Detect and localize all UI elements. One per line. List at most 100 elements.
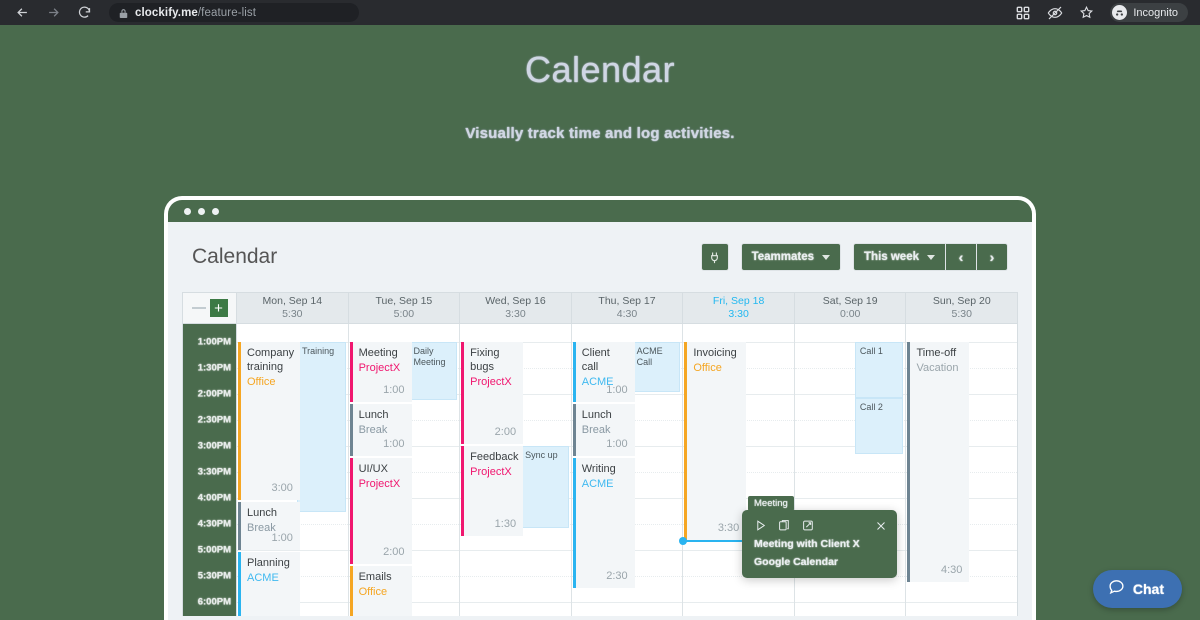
time-label: 1:00PM bbox=[198, 337, 231, 348]
day-header-date: Tue, Sep 15 bbox=[349, 295, 460, 308]
extensions-grid-icon[interactable] bbox=[1014, 4, 1031, 21]
grid-line bbox=[572, 602, 683, 603]
time-entry-duration: 1:00 bbox=[606, 438, 627, 452]
time-entry-title: Company training bbox=[247, 347, 294, 375]
window-close-dot[interactable] bbox=[184, 208, 191, 215]
time-entry-project: ProjectX bbox=[359, 362, 406, 376]
time-entry[interactable]: Fixing bugsProjectX2:00 bbox=[461, 342, 523, 444]
time-entry[interactable]: UI/UXProjectX2:00 bbox=[350, 458, 412, 564]
edit-icon[interactable] bbox=[802, 519, 815, 532]
day-column-1[interactable]: Daily MeetingMeetingProjectX1:00LunchBre… bbox=[349, 324, 461, 616]
eye-off-icon[interactable] bbox=[1046, 4, 1063, 21]
teammates-dropdown[interactable]: Teammates bbox=[741, 243, 841, 271]
day-column-0[interactable]: TrainingCompany trainingOffice3:00LunchB… bbox=[237, 324, 349, 616]
browser-toolbar-right: Incognito bbox=[1014, 3, 1192, 22]
forward-arrow-icon[interactable] bbox=[45, 4, 62, 21]
address-bar[interactable]: clockify.me/feature-list bbox=[109, 3, 359, 22]
calendar-event[interactable]: Call 2 bbox=[855, 398, 904, 454]
grid-line bbox=[795, 472, 906, 473]
time-entry[interactable]: InvoicingOffice3:30 bbox=[684, 342, 746, 540]
day-header-0[interactable]: Mon, Sep 145:30 bbox=[237, 293, 349, 323]
time-label: 6:00PM bbox=[198, 597, 231, 608]
time-entry[interactable]: LunchBreak1:00 bbox=[238, 502, 300, 550]
window-maximize-dot[interactable] bbox=[212, 208, 219, 215]
time-entry[interactable]: FeedbackProjectX1:30 bbox=[461, 446, 523, 536]
time-entry-project: Office bbox=[247, 376, 294, 390]
calendar-event[interactable]: Call 1 bbox=[855, 342, 904, 398]
page-subtitle: Visually track time and log activities. bbox=[0, 125, 1200, 142]
calendar-event[interactable]: Daily Meeting bbox=[409, 342, 458, 400]
lock-icon bbox=[119, 8, 127, 18]
time-entry[interactable]: LunchBreak1:00 bbox=[573, 404, 635, 456]
time-label: 1:30PM bbox=[198, 363, 231, 374]
page-title: Calendar bbox=[0, 49, 1200, 91]
day-header-total: 5:30 bbox=[906, 308, 1017, 321]
time-entry[interactable]: EmailsOffice1:00 bbox=[350, 566, 412, 616]
day-column-3[interactable]: ACME CallClient callACME1:00LunchBreak1:… bbox=[572, 324, 684, 616]
time-axis: 1:00PM1:30PM2:00PM2:30PM3:00PM3:30PM4:00… bbox=[183, 324, 237, 616]
time-entry-title: Planning bbox=[247, 557, 294, 571]
calendar-event[interactable]: ACME Call bbox=[632, 342, 681, 392]
reload-icon[interactable] bbox=[76, 4, 93, 21]
app-body: Calendar Teammates This week ‹ bbox=[168, 222, 1032, 620]
popup-title: Meeting with Client X bbox=[754, 538, 887, 550]
time-entry[interactable]: PlanningACME bbox=[238, 552, 300, 616]
app-header: Calendar Teammates This week ‹ bbox=[168, 222, 1032, 292]
calendar-event[interactable]: Training bbox=[297, 342, 346, 512]
day-header-total: 5:30 bbox=[237, 308, 348, 321]
day-header-3[interactable]: Thu, Sep 174:30 bbox=[572, 293, 684, 323]
app-toolbar: Teammates This week ‹ › bbox=[701, 243, 1008, 271]
time-entry-project: Vacation bbox=[916, 362, 963, 376]
day-header-date: Sun, Sep 20 bbox=[906, 295, 1017, 308]
day-header-date: Mon, Sep 14 bbox=[237, 295, 348, 308]
grid-line bbox=[906, 602, 1017, 603]
integrations-button[interactable] bbox=[701, 243, 729, 271]
chat-button[interactable]: Chat bbox=[1093, 570, 1182, 608]
next-week-button[interactable]: › bbox=[977, 243, 1008, 271]
prev-week-button[interactable]: ‹ bbox=[946, 243, 977, 271]
day-header-date: Fri, Sep 18 bbox=[683, 295, 794, 308]
day-header-5[interactable]: Sat, Sep 190:00 bbox=[795, 293, 907, 323]
time-entry[interactable]: Client callACME1:00 bbox=[573, 342, 635, 402]
duplicate-icon[interactable] bbox=[778, 519, 791, 532]
day-header-1[interactable]: Tue, Sep 155:00 bbox=[349, 293, 461, 323]
day-header-total: 4:30 bbox=[572, 308, 683, 321]
day-header-4[interactable]: Fri, Sep 183:30 bbox=[683, 293, 795, 323]
zoom-in-button[interactable]: + bbox=[210, 299, 228, 317]
time-entry[interactable]: MeetingProjectX1:00 bbox=[350, 342, 412, 402]
back-arrow-icon[interactable] bbox=[14, 4, 31, 21]
time-entry-title: Time-off bbox=[916, 347, 963, 361]
day-header-2[interactable]: Wed, Sep 163:30 bbox=[460, 293, 572, 323]
popup-action-icons bbox=[754, 519, 887, 532]
time-entry-title: Feedback bbox=[470, 451, 517, 465]
window-minimize-dot[interactable] bbox=[198, 208, 205, 215]
time-entry[interactable]: LunchBreak1:00 bbox=[350, 404, 412, 456]
incognito-indicator[interactable]: Incognito bbox=[1110, 3, 1188, 22]
close-icon[interactable] bbox=[875, 520, 887, 532]
time-entry[interactable]: WritingACME2:30 bbox=[573, 458, 635, 588]
chevron-down-icon bbox=[822, 255, 830, 260]
time-label: 2:30PM bbox=[198, 415, 231, 426]
browser-toolbar: clockify.me/feature-list Incognito bbox=[0, 0, 1200, 25]
day-header-total: 3:30 bbox=[683, 308, 794, 321]
day-column-2[interactable]: Sync upFixing bugsProjectX2:00FeedbackPr… bbox=[460, 324, 572, 616]
app-page-title: Calendar bbox=[192, 245, 277, 269]
grid-line bbox=[460, 550, 571, 551]
url-path: /feature-list bbox=[198, 7, 256, 19]
time-entry[interactable]: Time-offVacation4:30 bbox=[907, 342, 969, 582]
time-entry[interactable]: Company trainingOffice3:00 bbox=[238, 342, 300, 500]
range-dropdown[interactable]: This week bbox=[853, 243, 946, 271]
day-header-6[interactable]: Sun, Sep 205:30 bbox=[906, 293, 1017, 323]
time-label: 5:00PM bbox=[198, 545, 231, 556]
day-column-6[interactable]: Time-offVacation4:30 bbox=[906, 324, 1017, 616]
time-entry-project: ProjectX bbox=[359, 478, 406, 492]
zoom-out-button[interactable] bbox=[192, 307, 206, 309]
day-header-total: 5:00 bbox=[349, 308, 460, 321]
time-entry-project: ProjectX bbox=[470, 376, 517, 390]
star-icon[interactable] bbox=[1078, 4, 1095, 21]
calendar-event[interactable]: Sync up bbox=[520, 446, 569, 528]
play-icon[interactable] bbox=[754, 519, 767, 532]
time-entry-title: Fixing bugs bbox=[470, 347, 517, 375]
day-header-date: Thu, Sep 17 bbox=[572, 295, 683, 308]
time-entry-project: ACME bbox=[247, 572, 294, 586]
